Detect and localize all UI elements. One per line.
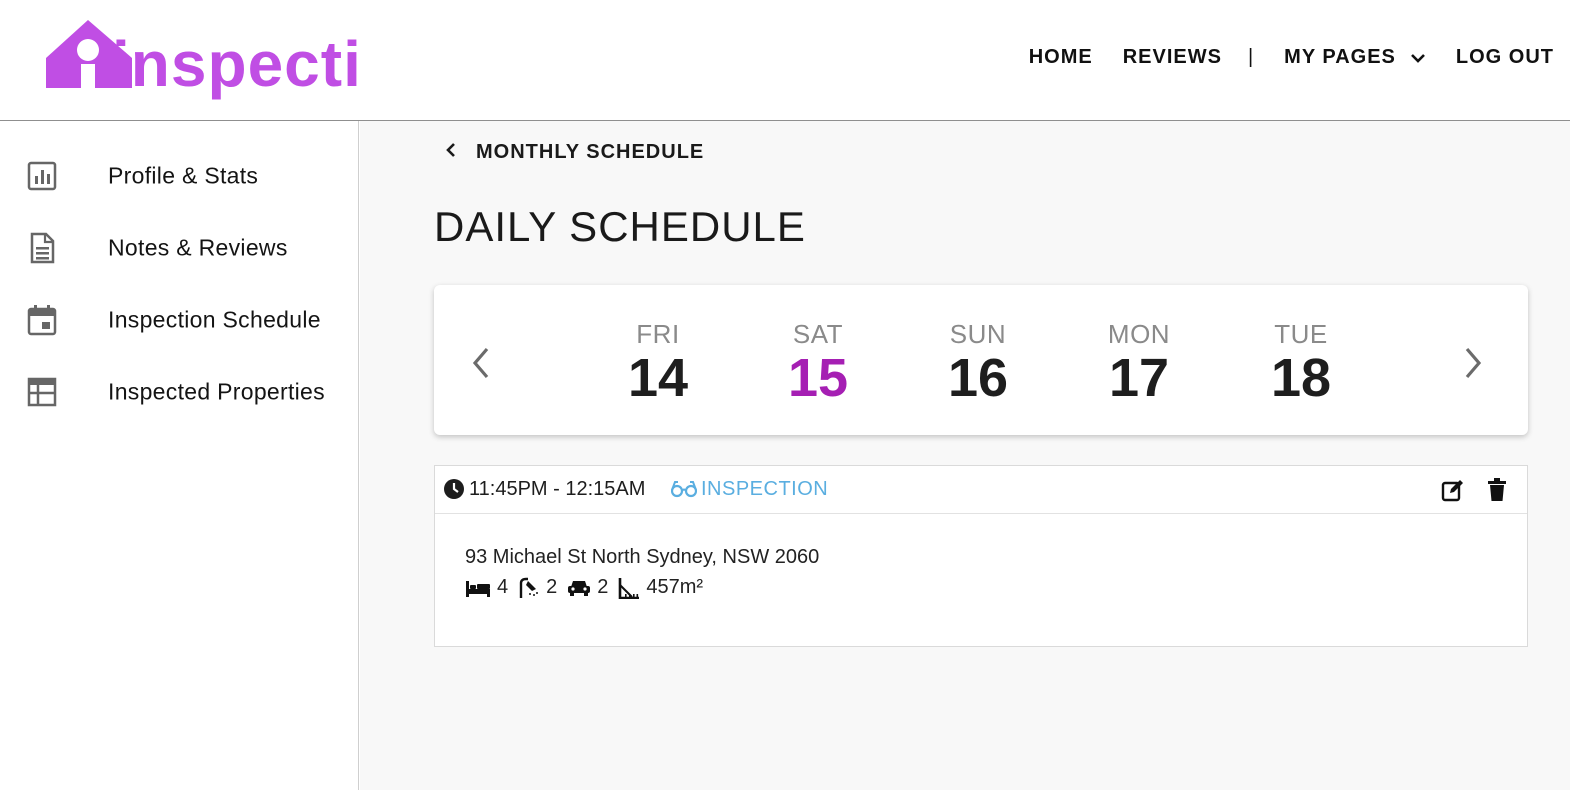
property-address: 93 Michael St North Sydney, NSW 2060 [465,546,820,568]
bedrooms-count: 4 [497,576,509,598]
day-mon-17[interactable]: MON 17 [1079,321,1199,405]
previous-day-button[interactable] [466,343,496,383]
table-icon [26,376,58,408]
day-sat-15[interactable]: SAT 15 [758,321,878,405]
bathrooms-feature: 2 [518,576,557,599]
glasses-icon [670,480,698,503]
document-icon [26,232,58,264]
chevron-right-icon [1465,347,1482,379]
shower-icon [519,577,539,598]
event-header: 11:45PM - 12:15AM INSPECTION [435,466,1527,514]
day-number: 18 [1270,348,1332,408]
carspaces-feature: 2 [567,576,608,599]
car-icon [568,580,591,596]
sidebar: Profile & Stats Notes & Reviews Inspecti… [0,121,359,790]
event-time: 11:45PM - 12:15AM [469,478,646,500]
day-number: 14 [627,348,689,408]
day-name: SAT [792,319,844,349]
day-fri-14[interactable]: FRI 14 [598,321,718,405]
inspecti-logo[interactable]: inspecti [40,18,361,110]
day-selector: FRI 14 SAT 15 SUN 16 MON 17 TUE 18 [434,285,1528,435]
day-number: 15 [787,348,849,408]
ruler-area-icon [619,577,640,599]
next-day-button[interactable] [1458,343,1488,383]
sidebar-item-profile-stats[interactable]: Profile & Stats [0,134,358,194]
bar-chart-icon [26,160,58,192]
chevron-down-icon [1410,52,1426,64]
nav-my-pages[interactable]: MY PAGES [1284,46,1426,69]
sidebar-item-label: Inspection Schedule [108,306,321,333]
event-type: INSPECTION [701,478,829,500]
back-label: MONTHLY SCHEDULE [476,141,705,163]
bedrooms-feature: 4 [465,576,508,599]
back-to-monthly-button[interactable]: MONTHLY SCHEDULE [444,141,704,164]
day-number: 16 [947,348,1009,408]
property-features: 4 2 2 457m² [465,576,713,599]
day-tue-18[interactable]: TUE 18 [1241,321,1361,405]
day-sun-16[interactable]: SUN 16 [918,321,1038,405]
edit-icon[interactable] [1441,478,1465,507]
nav-logout[interactable]: LOG OUT [1456,46,1554,69]
sidebar-item-label: Notes & Reviews [108,234,288,261]
logo-text: inspecti [112,28,362,100]
chevron-left-icon [472,347,489,379]
chevron-left-icon [444,141,458,164]
trash-icon[interactable] [1487,478,1507,507]
top-nav: HOME REVIEWS | MY PAGES LOG OUT [999,46,1554,69]
day-name: MON [1107,319,1171,349]
day-number: 17 [1108,348,1170,408]
clock-icon [443,478,465,505]
area-feature: 457m² [618,576,703,599]
main-content: MONTHLY SCHEDULE DAILY SCHEDULE FRI 14 S… [360,121,1570,790]
sidebar-item-inspection-schedule[interactable]: Inspection Schedule [0,278,358,338]
sidebar-item-inspected-properties[interactable]: Inspected Properties [0,350,358,410]
nav-separator: | [1247,46,1255,68]
schedule-event-card[interactable]: 11:45PM - 12:15AM INSPECTION 93 Michael … [434,465,1528,647]
day-name: TUE [1274,319,1328,349]
top-header: inspecti HOME REVIEWS | MY PAGES LOG OUT [0,0,1570,121]
bathrooms-count: 2 [546,576,558,598]
sidebar-item-notes-reviews[interactable]: Notes & Reviews [0,206,358,266]
nav-my-pages-label: MY PAGES [1284,46,1396,68]
day-name: SUN [949,319,1007,349]
sidebar-item-label: Profile & Stats [108,162,259,189]
area-value: 457m² [646,576,704,598]
sidebar-item-label: Inspected Properties [108,378,325,405]
nav-home[interactable]: HOME [1029,46,1093,69]
calendar-icon [26,304,58,336]
page-title: DAILY SCHEDULE [434,203,806,250]
day-name: FRI [636,319,680,349]
nav-reviews[interactable]: REVIEWS [1123,46,1222,69]
bed-icon [466,580,490,597]
carspaces-count: 2 [597,576,609,598]
